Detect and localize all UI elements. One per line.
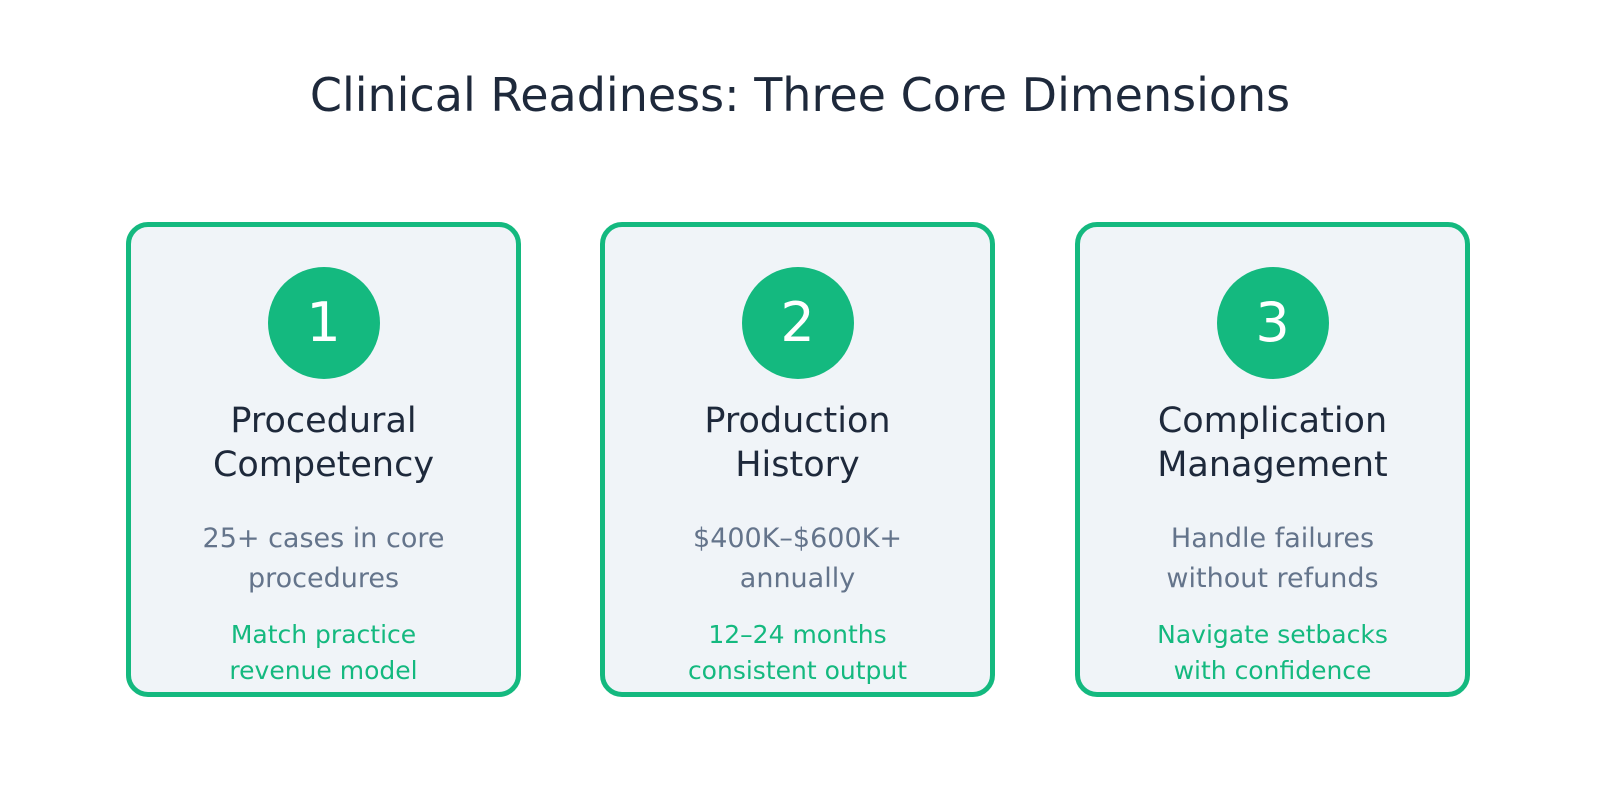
card-description: Handle failures without refunds bbox=[1080, 519, 1465, 599]
page-title: Clinical Readiness: Three Core Dimension… bbox=[309, 68, 1291, 122]
card-description-line: annually bbox=[739, 563, 856, 594]
card-title-line: Management bbox=[1157, 445, 1388, 485]
card-description-line: procedures bbox=[247, 563, 400, 594]
card-note-line: 12–24 months bbox=[708, 620, 887, 649]
card-title-line: Complication bbox=[1157, 401, 1388, 441]
dimension-card-procedural-competency: 1 Procedural Competency 25+ cases in cor… bbox=[126, 222, 521, 697]
card-description: $400K–$600K+ annually bbox=[605, 519, 990, 599]
card-title: Production History bbox=[605, 399, 990, 487]
dimension-cards: 1 Procedural Competency 25+ cases in cor… bbox=[0, 222, 1600, 712]
card-note: Navigate setbacks with confidence bbox=[1080, 617, 1465, 689]
card-description-line: 25+ cases in core bbox=[202, 523, 445, 554]
card-description-line: without refunds bbox=[1166, 563, 1379, 594]
card-title-line: History bbox=[735, 445, 860, 485]
card-note-line: revenue model bbox=[229, 656, 418, 685]
dimension-card-production-history: 2 Production History $400K–$600K+ annual… bbox=[600, 222, 995, 697]
card-note-line: Match practice bbox=[230, 620, 417, 649]
card-note: Match practice revenue model bbox=[131, 617, 516, 689]
card-title: Procedural Competency bbox=[131, 399, 516, 487]
card-description-line: Handle failures bbox=[1170, 523, 1375, 554]
step-number-badge: 3 bbox=[1216, 267, 1329, 379]
card-title: Complication Management bbox=[1080, 399, 1465, 487]
card-note-line: consistent output bbox=[687, 656, 908, 685]
card-description: 25+ cases in core procedures bbox=[131, 519, 516, 599]
step-number-badge: 1 bbox=[267, 267, 380, 379]
card-note-line: Navigate setbacks bbox=[1157, 620, 1388, 649]
card-note-line: with confidence bbox=[1173, 656, 1372, 685]
dimension-card-complication-management: 3 Complication Management Handle failure… bbox=[1075, 222, 1470, 697]
step-number-badge: 2 bbox=[741, 267, 854, 379]
card-title-line: Competency bbox=[212, 445, 435, 485]
card-title-line: Procedural bbox=[230, 401, 417, 441]
card-description-line: $400K–$600K+ bbox=[693, 523, 902, 554]
card-note: 12–24 months consistent output bbox=[605, 617, 990, 689]
card-title-line: Production bbox=[704, 401, 891, 441]
